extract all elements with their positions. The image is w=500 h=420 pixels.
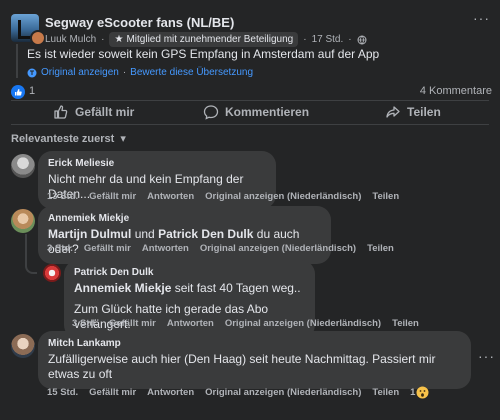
comment-reply-button[interactable]: Antworten — [167, 318, 214, 329]
commenter-name[interactable]: Annemiek Miekje — [48, 213, 321, 224]
sort-dropdown[interactable]: Relevanteste zuerst ▾ — [11, 132, 126, 145]
comment-reply-button[interactable]: Antworten — [147, 191, 194, 202]
group-name[interactable]: Segway eScooter fans (NL/BE) — [45, 15, 234, 30]
commenter-name[interactable]: Mitch Lankamp — [48, 338, 461, 349]
share-label: Teilen — [407, 105, 441, 119]
comment-bubble: Mitch Lankamp Zufälligerweise auch hier … — [38, 331, 471, 389]
like-reaction-icon[interactable] — [11, 85, 25, 99]
comment-label: Kommentieren — [225, 105, 310, 119]
comment-like-button[interactable]: Gefällt mir — [89, 387, 136, 398]
member-badge[interactable]: ★ Mitglied mit zunehmender Beteiligung — [109, 32, 299, 47]
comment-actions: 3 Std. Gefällt mir Antworten Original an… — [47, 243, 394, 254]
like-button[interactable]: Gefällt mir — [53, 104, 134, 120]
comment-actions: 15 Std. Gefällt mir Antworten Original a… — [47, 386, 429, 399]
avatar-annemiek[interactable] — [11, 209, 35, 233]
comment-share-button[interactable]: Teilen — [392, 318, 419, 329]
avatar-erick[interactable] — [11, 154, 35, 178]
show-original-link[interactable]: Original anzeigen — [41, 67, 119, 78]
comment-actions: 3 Std. Gefällt mir Antworten Original an… — [72, 318, 419, 329]
comment-bubble: Annemiek Miekje Martijn Dulmul und Patri… — [38, 206, 331, 264]
commenter-name[interactable]: Erick Meliesie — [48, 158, 266, 169]
wow-emoji-icon — [416, 386, 429, 399]
badge-label: Mitglied mit zunehmender Beteiligung — [126, 34, 294, 45]
author-avatar[interactable] — [30, 30, 46, 46]
divider — [11, 100, 489, 101]
mention-link[interactable]: Martijn Dulmul — [48, 227, 131, 241]
comment-more-icon[interactable]: ··· — [478, 348, 495, 364]
comment-icon — [203, 105, 219, 120]
star-icon: ★ — [114, 34, 124, 45]
post-text: Es ist wieder soweit kein GPS Empfang in… — [27, 47, 380, 61]
show-original-link[interactable]: Original anzeigen (Niederländisch) — [200, 243, 356, 254]
comment-time[interactable]: 13 Std. — [47, 191, 78, 202]
translation-bar — [16, 44, 18, 78]
comment-like-button[interactable]: Gefällt mir — [89, 191, 136, 202]
comment-like-button[interactable]: Gefällt mir — [84, 243, 131, 254]
chevron-down-icon: ▾ — [120, 133, 126, 145]
post-more-icon[interactable]: ··· — [473, 10, 490, 26]
avatar-mitch[interactable] — [11, 334, 35, 358]
mention-link[interactable]: Patrick Den Dulk — [158, 227, 253, 241]
post-meta: Luuk Mulch · ★ Mitglied mit zunehmender … — [45, 32, 367, 47]
comment-time[interactable]: 3 Std. — [47, 243, 73, 254]
comment-share-button[interactable]: Teilen — [372, 191, 399, 202]
avatar-patrick[interactable] — [43, 264, 61, 282]
thumb-up-icon — [54, 105, 68, 119]
comment-like-button[interactable]: Gefällt mir — [109, 318, 156, 329]
sort-label: Relevanteste zuerst — [11, 133, 115, 145]
rate-translation-link[interactable]: Bewerte diese Übersetzung — [130, 67, 253, 78]
comment-text: Zufälligerweise auch hier (Den Haag) sei… — [48, 352, 436, 381]
comment-button[interactable]: Kommentieren — [203, 104, 309, 120]
comment-time[interactable]: 3 Std. — [72, 318, 98, 329]
author-name[interactable]: Luuk Mulch — [45, 34, 96, 45]
reaction-count: 1 — [410, 387, 416, 398]
mention-link[interactable]: Annemiek Miekje — [74, 281, 171, 295]
globe-icon — [357, 35, 367, 44]
comment-reply-button[interactable]: Antworten — [142, 243, 189, 254]
comment-actions: 13 Std. Gefällt mir Antworten Original a… — [47, 191, 399, 202]
like-label: Gefällt mir — [75, 105, 135, 119]
post-time[interactable]: 17 Std. — [312, 34, 344, 45]
comments-count[interactable]: 4 Kommentare — [420, 85, 492, 97]
show-original-link[interactable]: Original anzeigen (Niederländisch) — [225, 318, 381, 329]
show-original-link[interactable]: Original anzeigen (Niederländisch) — [205, 387, 361, 398]
commenter-name[interactable]: Patrick Den Dulk — [74, 267, 305, 278]
share-icon — [386, 106, 400, 118]
divider — [11, 124, 489, 125]
like-count[interactable]: 1 — [29, 85, 35, 97]
comment-text: Annemiek Miekje seit fast 40 Tagen weg.. — [74, 281, 301, 295]
show-original-link[interactable]: Original anzeigen (Niederländisch) — [205, 191, 361, 202]
comment-share-button[interactable]: Teilen — [372, 387, 399, 398]
comment-share-button[interactable]: Teilen — [367, 243, 394, 254]
reaction-summary[interactable]: 1 — [410, 386, 429, 399]
comment-reply-button[interactable]: Antworten — [147, 387, 194, 398]
translation-row: Original anzeigen · Bewerte diese Überse… — [27, 67, 253, 78]
share-button[interactable]: Teilen — [385, 104, 441, 120]
comment-time[interactable]: 15 Std. — [47, 387, 78, 398]
reply-thread-line — [25, 234, 37, 274]
translate-icon — [27, 68, 37, 77]
